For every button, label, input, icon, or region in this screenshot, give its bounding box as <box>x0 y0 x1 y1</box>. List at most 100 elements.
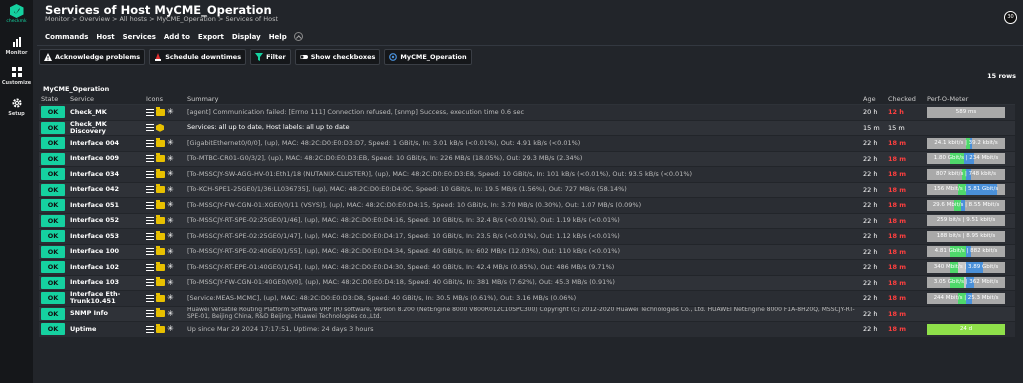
state-badge[interactable]: OK <box>41 121 65 134</box>
perf-o-meter[interactable]: 156 Mbit/s | 5.81 Gbit/s <box>927 184 1005 196</box>
graph-icon[interactable]: ✳ <box>167 325 175 333</box>
graph-icon[interactable]: ✳ <box>167 294 175 302</box>
state-badge[interactable]: OK <box>41 230 65 243</box>
folder-icon[interactable] <box>156 106 165 116</box>
discovery-icon[interactable] <box>156 123 164 132</box>
graph-icon[interactable]: ✳ <box>167 278 175 287</box>
graph-icon[interactable]: ✳ <box>167 154 175 163</box>
refresh-counter-badge[interactable]: 30 <box>1004 11 1017 24</box>
graph-icon[interactable]: ✳ <box>167 216 175 225</box>
perf-o-meter[interactable]: 259 bit/s | 9.51 kbit/s <box>927 215 1005 227</box>
col-header-checked[interactable]: Checked <box>885 95 926 103</box>
folder-icon[interactable] <box>156 215 165 225</box>
state-badge[interactable]: OK <box>41 106 65 119</box>
col-header-perf[interactable]: Perf-O-Meter <box>926 95 1006 103</box>
folder-icon[interactable] <box>156 246 165 256</box>
service-name-link[interactable]: Uptime <box>66 325 143 333</box>
sidebar-item-monitor[interactable]: Monitor <box>0 37 33 56</box>
state-badge[interactable]: OK <box>41 323 65 336</box>
perf-o-meter[interactable]: 188 bit/s | 8.95 kbit/s <box>927 230 1005 242</box>
col-header-age[interactable]: Age <box>861 95 885 103</box>
folder-icon[interactable] <box>156 292 165 302</box>
graph-icon[interactable]: ✳ <box>167 201 175 209</box>
state-badge[interactable]: OK <box>41 137 65 150</box>
col-header-state[interactable]: State <box>39 95 66 103</box>
state-badge[interactable]: OK <box>41 307 65 320</box>
service-name-link[interactable]: Interface 042 <box>66 186 143 193</box>
state-badge[interactable]: OK <box>41 168 65 181</box>
perf-o-meter[interactable]: 24 d <box>927 323 1005 335</box>
folder-icon[interactable] <box>156 308 165 318</box>
graph-icon[interactable]: ✳ <box>167 232 175 240</box>
folder-icon[interactable] <box>156 199 165 209</box>
service-name-link[interactable]: Interface 051 <box>66 201 143 209</box>
filter-button[interactable]: Filter <box>250 49 291 65</box>
service-name-link[interactable]: Interface 100 <box>66 248 143 255</box>
folder-icon[interactable] <box>156 153 165 163</box>
service-name-link[interactable]: Interface 052 <box>66 217 143 224</box>
menu-icon[interactable] <box>146 232 154 240</box>
folder-icon[interactable] <box>156 230 165 240</box>
menu-icon[interactable] <box>146 170 154 178</box>
menu-icon[interactable] <box>146 310 154 318</box>
state-badge[interactable]: OK <box>41 152 65 165</box>
menu-export[interactable]: Export <box>198 33 224 41</box>
folder-icon[interactable] <box>156 277 165 287</box>
menu-icon[interactable] <box>146 279 154 287</box>
state-badge[interactable]: OK <box>41 276 65 289</box>
col-header-summary[interactable]: Summary <box>184 96 861 103</box>
service-name-link[interactable]: Interface 053 <box>66 232 143 240</box>
show-checkboxes-button[interactable]: Show checkboxes <box>294 49 381 65</box>
graph-icon[interactable]: ✳ <box>167 309 175 318</box>
perf-o-meter[interactable]: 589 ms <box>927 106 1005 118</box>
perf-o-meter[interactable]: 1.80 Gbit/s | 234 Mbit/s <box>927 153 1005 165</box>
menu-services[interactable]: Services <box>123 33 156 41</box>
menu-icon[interactable] <box>146 201 154 209</box>
service-name-link[interactable]: Interface 009 <box>66 155 143 162</box>
graph-icon[interactable]: ✳ <box>167 139 175 147</box>
host-link-button[interactable]: MyCME_Operation <box>384 49 472 65</box>
service-name-link[interactable]: Interface 034 <box>66 170 143 178</box>
service-name-link[interactable]: Interface Eth-Trunk10.451 <box>66 291 143 305</box>
menu-display[interactable]: Display <box>232 33 261 41</box>
state-badge[interactable]: OK <box>41 214 65 227</box>
folder-icon[interactable] <box>156 261 165 271</box>
col-header-icons[interactable]: Icons <box>143 95 184 103</box>
perf-o-meter[interactable]: 24.1 kbit/s | 39.2 kbit/s <box>927 137 1005 149</box>
checkmk-logo[interactable]: checkmk <box>3 4 30 24</box>
chevron-up-icon[interactable] <box>293 32 303 41</box>
state-badge[interactable]: OK <box>41 199 65 212</box>
graph-icon[interactable]: ✳ <box>167 263 175 271</box>
service-name-link[interactable]: Interface 004 <box>66 139 143 147</box>
menu-icon[interactable] <box>146 108 154 116</box>
menu-icon[interactable] <box>146 124 154 132</box>
service-name-link[interactable]: Check_MK Discovery <box>66 120 143 135</box>
menu-host[interactable]: Host <box>96 33 114 41</box>
menu-add-to[interactable]: Add to <box>164 33 190 41</box>
col-header-service[interactable]: Service <box>66 95 143 103</box>
menu-icon[interactable] <box>146 155 154 163</box>
breadcrumb[interactable]: Monitor > Overview > All hosts > MyCME_O… <box>45 15 278 23</box>
perf-o-meter[interactable]: 4.81 Gbit/s | 882 kbit/s <box>927 246 1005 258</box>
graph-icon[interactable]: ✳ <box>167 185 175 194</box>
service-name-link[interactable]: Interface 102 <box>66 263 143 271</box>
state-badge[interactable]: OK <box>41 183 65 196</box>
menu-icon[interactable] <box>146 186 154 194</box>
folder-icon[interactable] <box>156 184 165 194</box>
graph-icon[interactable]: ✳ <box>167 108 175 116</box>
perf-o-meter[interactable]: 3.05 Gbit/s | 362 Mbit/s <box>927 277 1005 289</box>
service-name-link[interactable]: SNMP Info <box>66 310 143 317</box>
schedule-downtimes-button[interactable]: Schedule downtimes <box>149 49 247 65</box>
folder-icon[interactable] <box>156 137 165 147</box>
perf-o-meter[interactable]: 244 Mbit/s | 25.3 Mbit/s <box>927 292 1005 304</box>
perf-o-meter[interactable]: 807 kbit/s | 748 kbit/s <box>927 168 1005 180</box>
folder-icon[interactable] <box>156 323 165 333</box>
perf-o-meter[interactable]: 340 Mbit/s | 3.89 Gbit/s <box>927 261 1005 273</box>
menu-icon[interactable] <box>146 139 154 147</box>
menu-icon[interactable] <box>146 263 154 271</box>
acknowledge-problems-button[interactable]: Acknowledge problems <box>39 49 146 65</box>
menu-commands[interactable]: Commands <box>45 33 88 41</box>
menu-icon[interactable] <box>146 294 154 302</box>
folder-icon[interactable] <box>156 168 165 178</box>
graph-icon[interactable]: ✳ <box>167 247 175 256</box>
